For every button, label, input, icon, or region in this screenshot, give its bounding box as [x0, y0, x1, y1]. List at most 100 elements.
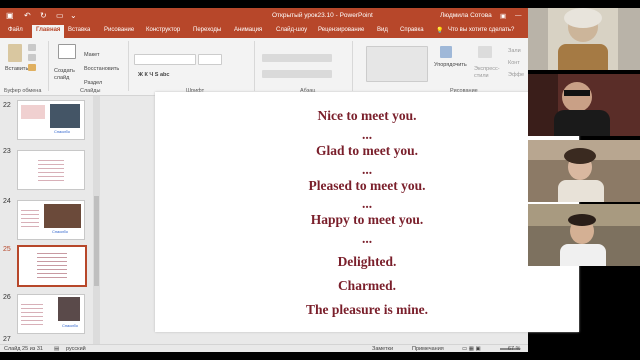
thumbnail-scrollbar[interactable]	[93, 96, 100, 344]
slide-thumbnail-23[interactable]	[17, 150, 85, 190]
paste-button[interactable]: Вставить	[5, 66, 28, 72]
format-painter-icon[interactable]	[28, 64, 36, 71]
lightbulb-icon: 💡	[436, 28, 444, 34]
participant-face	[562, 82, 592, 112]
language-indicator[interactable]: русский	[66, 346, 86, 352]
participant-body	[554, 110, 610, 136]
separator	[254, 41, 255, 91]
paragraph-controls[interactable]	[262, 54, 332, 62]
slide-thumbnail-pane: 22 Спасибо 23 24 Спасибо 25 26 Спасибо 2…	[0, 96, 100, 344]
section-button[interactable]: Раздел	[84, 80, 102, 86]
shape-outline-button[interactable]: Конт	[508, 60, 520, 66]
redo-icon[interactable]: ↻	[40, 11, 47, 20]
scrollbar-thumb[interactable]	[94, 196, 99, 286]
slide-thumbnail-25[interactable]	[17, 245, 87, 287]
minimize-icon[interactable]: —	[515, 12, 522, 19]
undo-icon[interactable]: ↶	[24, 11, 31, 20]
quick-styles-icon[interactable]	[478, 46, 492, 58]
tell-me-search[interactable]: Что вы хотите сделать?	[448, 27, 514, 33]
participant-sunglasses	[564, 90, 590, 96]
reset-button[interactable]: Восстановить	[84, 66, 119, 72]
tab-home[interactable]: Главная	[32, 25, 65, 38]
new-slide-button[interactable]: Создать слайд	[54, 68, 80, 82]
thumb-text	[21, 301, 43, 325]
quick-styles-button[interactable]: Экспресс-стили	[474, 66, 500, 80]
slides-group-label: Слайды	[80, 88, 101, 94]
tab-slideshow[interactable]: Слайд-шоу	[276, 27, 307, 33]
participant-body	[558, 180, 604, 202]
slideshow-icon[interactable]: ▭	[56, 11, 64, 20]
slide-line: Happy to meet you.	[310, 212, 424, 227]
slide-line: ...	[361, 196, 373, 211]
slide-thumbnail-24[interactable]: Спасибо	[17, 200, 85, 240]
thumb-text	[21, 105, 45, 119]
ribbon-display-icon[interactable]: ▣	[500, 12, 506, 20]
video-tile-participant-4[interactable]	[528, 204, 640, 266]
view-buttons[interactable]: ▭ ▦ ▣	[462, 346, 481, 352]
slide-counter: Слайд 25 из 31	[4, 346, 43, 352]
slide-line: Glad to meet you.	[316, 143, 418, 158]
participant-hair	[568, 214, 596, 226]
copy-icon[interactable]	[28, 54, 36, 61]
thumb-caption: Спасибо	[62, 323, 79, 328]
slide-line: Charmed.	[337, 278, 397, 293]
tab-design[interactable]: Конструктор	[146, 27, 180, 33]
tab-review[interactable]: Рецензирование	[318, 27, 364, 33]
user-name[interactable]: Людмила Сотова	[440, 12, 492, 19]
slide-number: 24	[3, 198, 11, 205]
ribbon-tabs: Файл Главная Вставка Рисование Конструкт…	[0, 24, 528, 38]
comments-button[interactable]: Примечания	[412, 346, 444, 352]
slide-number: 23	[3, 148, 11, 155]
status-bar: Слайд 25 из 31 ▤ русский Заметки Примеча…	[0, 344, 528, 352]
video-tile-participant-3[interactable]	[528, 140, 640, 202]
arrange-icon[interactable]	[440, 46, 452, 58]
app-name: PowerPoint	[339, 12, 373, 19]
slide-number: 25	[3, 246, 11, 253]
shapes-gallery[interactable]	[366, 46, 428, 82]
separator	[128, 41, 129, 91]
thumb-photo	[50, 104, 80, 128]
title-separator: -	[335, 12, 338, 19]
participant-hair	[564, 148, 596, 164]
tab-file[interactable]: Файл	[8, 27, 23, 33]
participant-body	[558, 44, 608, 70]
tab-transitions[interactable]: Переходы	[193, 27, 221, 33]
tab-animations[interactable]: Анимация	[234, 27, 262, 33]
tab-help[interactable]: Справка	[400, 27, 424, 33]
notes-button[interactable]: Заметки	[372, 346, 393, 352]
separator	[352, 41, 353, 91]
zoom-level[interactable]: 67 %	[508, 346, 521, 352]
title-bar: ▣ ↶ ↻ ▭ ⌄ Открытый урок23.10 - PowerPoin…	[0, 8, 528, 24]
cut-icon[interactable]	[28, 44, 36, 51]
video-tile-participant-1[interactable]	[528, 8, 640, 70]
shape-fill-button[interactable]: Зали	[508, 48, 521, 54]
document-title: Открытый урок23.10 - PowerPoint	[272, 12, 373, 19]
new-slide-icon[interactable]	[58, 44, 76, 59]
thumb-text	[38, 157, 64, 183]
save-icon[interactable]: ▣	[6, 11, 14, 20]
font-formatting-buttons[interactable]: Ж К Ч S abc	[138, 72, 169, 78]
ribbon: Вставить Буфер обмена Создать слайд Маке…	[0, 38, 528, 96]
slide-line: Delighted.	[337, 254, 397, 269]
thumb-caption: Спасибо	[54, 129, 71, 134]
thumb-text	[21, 207, 39, 229]
slide-canvas[interactable]: Nice to meet you. ... Glad to meet you. …	[155, 92, 579, 332]
paste-icon[interactable]	[8, 44, 22, 62]
tab-draw[interactable]: Рисование	[104, 27, 134, 33]
font-size-box[interactable]	[198, 54, 222, 65]
video-tile-participant-2[interactable]	[528, 74, 640, 136]
tab-view[interactable]: Вид	[377, 27, 388, 33]
customize-icon[interactable]: ⌄	[70, 11, 77, 20]
slide-line: Nice to meet you.	[317, 108, 417, 123]
layout-button[interactable]: Макет	[84, 52, 100, 58]
tab-insert[interactable]: Вставка	[68, 27, 90, 33]
separator	[48, 41, 49, 91]
slide-thumbnail-26[interactable]: Спасибо	[17, 294, 85, 334]
font-name-box[interactable]	[134, 54, 196, 65]
slide-thumbnail-22[interactable]: Спасибо	[17, 100, 85, 140]
alignment-controls[interactable]	[262, 70, 332, 78]
arrange-button[interactable]: Упорядочить	[434, 62, 467, 68]
spellcheck-icon[interactable]: ▤	[54, 346, 59, 352]
shape-effects-button[interactable]: Эффе	[508, 72, 524, 78]
slide-line: Pleased to meet you.	[308, 178, 426, 193]
